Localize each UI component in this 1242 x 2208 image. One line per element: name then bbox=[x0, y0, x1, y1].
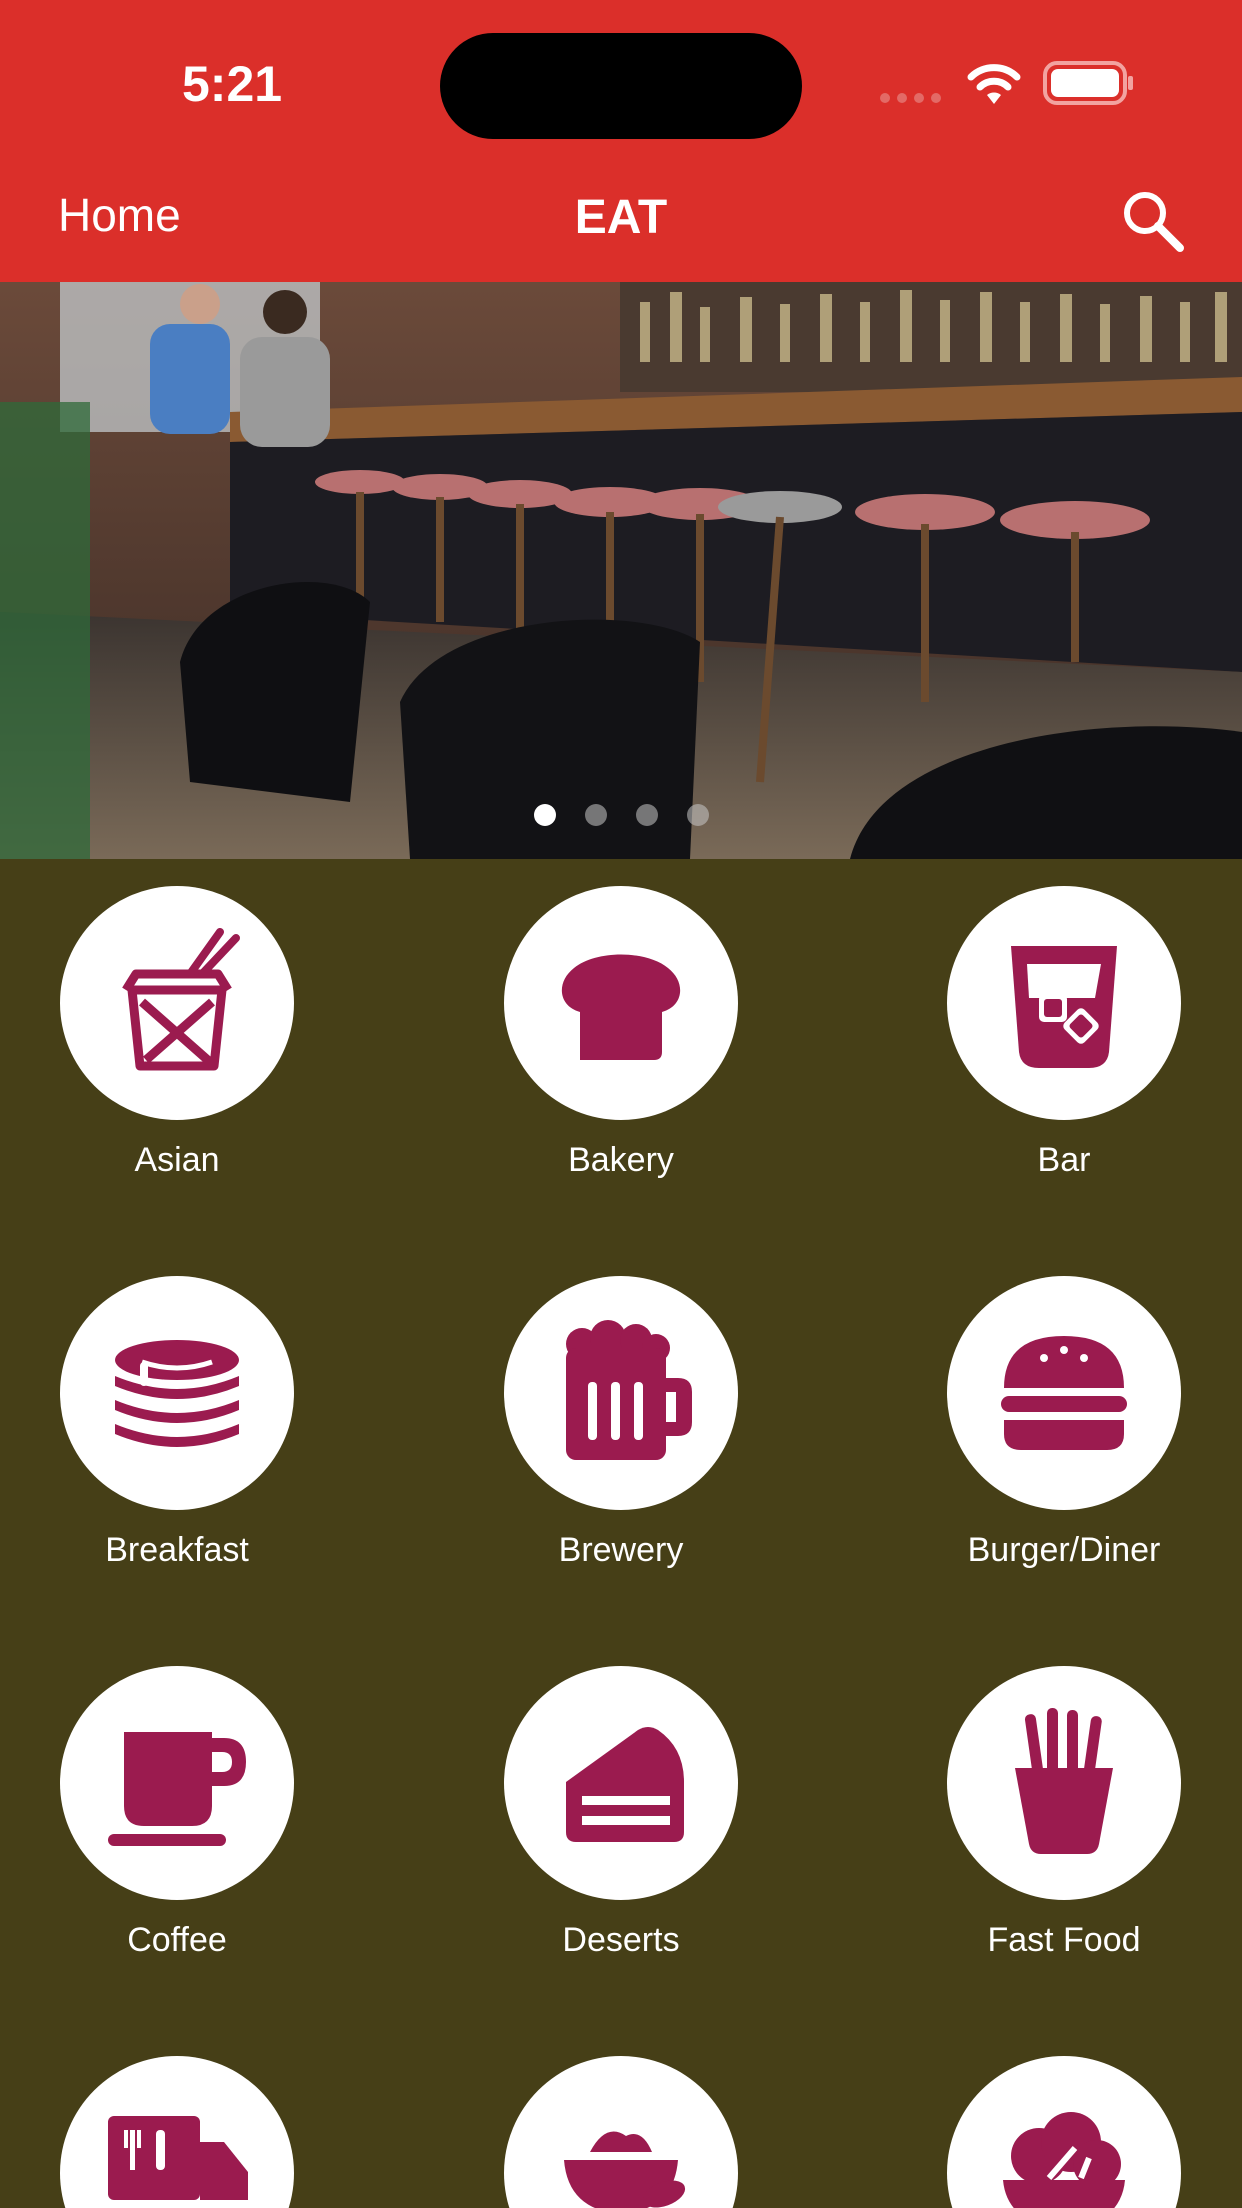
rice-bowl-icon bbox=[564, 2131, 686, 2208]
category-label: Brewery bbox=[558, 1531, 684, 1569]
pager-dot-active[interactable] bbox=[534, 804, 556, 826]
category-food-truck[interactable] bbox=[27, 2056, 327, 2208]
category-label: Bar bbox=[1037, 1141, 1091, 1179]
dynamic-island bbox=[440, 33, 802, 139]
category-rice-bowl[interactable] bbox=[471, 2056, 771, 2208]
category-label: Coffee bbox=[127, 1921, 227, 1959]
hero-carousel[interactable] bbox=[0, 282, 1242, 859]
category-label: Breakfast bbox=[105, 1531, 249, 1569]
glass-ice-icon bbox=[1011, 946, 1117, 1068]
category-label: Deserts bbox=[562, 1921, 680, 1959]
salad-icon bbox=[1003, 2112, 1125, 2208]
food-truck-icon bbox=[108, 2116, 248, 2200]
pager-dot[interactable] bbox=[585, 804, 607, 826]
category-asian[interactable]: Asian bbox=[27, 886, 327, 1182]
hero-image bbox=[0, 282, 1242, 859]
signal-dots-icon bbox=[880, 93, 941, 103]
category-label: Bakery bbox=[568, 1141, 674, 1179]
carousel-pager[interactable] bbox=[534, 804, 709, 826]
category-label: Asian bbox=[134, 1141, 220, 1179]
pager-dot[interactable] bbox=[687, 804, 709, 826]
category-coffee[interactable]: Coffee bbox=[27, 1666, 327, 1962]
category-label: Fast Food bbox=[987, 1921, 1141, 1959]
category-bakery[interactable]: Bakery bbox=[471, 886, 771, 1182]
bread-icon bbox=[561, 954, 681, 1060]
category-bar[interactable]: Bar bbox=[914, 886, 1214, 1182]
coffee-cup-icon bbox=[108, 1732, 246, 1846]
fries-icon bbox=[1015, 1708, 1113, 1854]
home-button[interactable]: Home bbox=[58, 188, 181, 242]
pancakes-icon bbox=[115, 1340, 239, 1447]
status-time: 5:21 bbox=[182, 56, 283, 112]
cake-slice-icon bbox=[566, 1727, 684, 1842]
category-brewery[interactable]: Brewery bbox=[471, 1276, 771, 1572]
burger-icon bbox=[1001, 1336, 1127, 1450]
page-title: EAT bbox=[574, 191, 668, 244]
category-breakfast[interactable]: Breakfast bbox=[27, 1276, 327, 1572]
pager-dot[interactable] bbox=[636, 804, 658, 826]
category-fast-food[interactable]: Fast Food bbox=[914, 1666, 1214, 1962]
battery-icon bbox=[1043, 61, 1133, 105]
takeout-box-icon bbox=[122, 928, 240, 1071]
search-icon[interactable] bbox=[1118, 186, 1186, 254]
category-label: Burger/Diner bbox=[967, 1531, 1161, 1569]
top-bar: 5:21 Home EAT bbox=[0, 0, 1242, 282]
category-burger-diner[interactable]: Burger/Diner bbox=[914, 1276, 1214, 1572]
wifi-icon bbox=[967, 64, 1021, 104]
beer-mug-icon bbox=[566, 1320, 692, 1460]
category-salad[interactable] bbox=[914, 2056, 1214, 2208]
category-deserts[interactable]: Deserts bbox=[471, 1666, 771, 1962]
